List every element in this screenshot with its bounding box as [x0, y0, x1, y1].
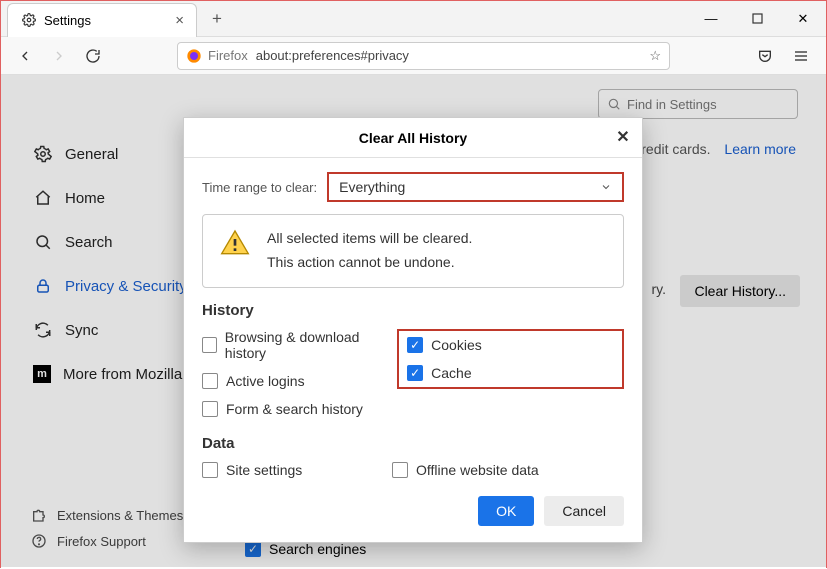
data-section-title: Data [202, 435, 624, 452]
bookmark-star-icon[interactable]: ☆ [649, 48, 661, 64]
history-section-title: History [202, 302, 624, 319]
dialog-title: Clear All History [359, 130, 467, 146]
warning-line2: This action cannot be undone. [267, 251, 472, 275]
url-scheme: Firefox [208, 48, 248, 63]
checkbox-site-settings[interactable]: Site settings [202, 462, 392, 478]
dialog-close-button[interactable]: ✕ [612, 126, 634, 148]
warning-icon [219, 227, 251, 259]
back-button[interactable] [15, 46, 35, 66]
time-range-value: Everything [339, 179, 405, 195]
menu-icon[interactable] [790, 48, 812, 64]
forward-button[interactable] [49, 46, 69, 66]
gear-icon [22, 13, 36, 27]
browser-tab[interactable]: Settings × [7, 3, 197, 37]
dialog-header: Clear All History ✕ [184, 118, 642, 158]
titlebar: Settings × + — ✕ [1, 1, 826, 37]
close-button[interactable]: ✕ [780, 1, 826, 37]
pocket-icon[interactable] [754, 48, 776, 64]
url-bar[interactable]: Firefox about:preferences#privacy ☆ [177, 42, 670, 70]
time-range-select[interactable]: Everything [327, 172, 624, 202]
highlighted-cookies-cache: ✓Cookies ✓Cache [397, 329, 624, 389]
cancel-button[interactable]: Cancel [544, 496, 624, 526]
checkbox-form-search-history[interactable]: Form & search history [202, 401, 389, 417]
warning-box: All selected items will be cleared. This… [202, 214, 624, 288]
new-tab-button[interactable]: + [203, 5, 231, 33]
maximize-button[interactable] [734, 1, 780, 37]
tab-close-icon[interactable]: × [175, 12, 184, 29]
reload-button[interactable] [83, 46, 103, 66]
chevron-down-icon [600, 181, 612, 193]
firefox-icon [186, 48, 202, 64]
url-text: about:preferences#privacy [256, 48, 409, 63]
checkbox-browsing-history[interactable]: Browsing & download history [202, 329, 389, 361]
time-range-label: Time range to clear: [202, 180, 317, 195]
tab-title: Settings [44, 13, 91, 28]
window-controls: — ✕ [688, 1, 826, 37]
minimize-button[interactable]: — [688, 1, 734, 37]
checkbox-cache[interactable]: ✓Cache [407, 365, 614, 381]
warning-line1: All selected items will be cleared. [267, 227, 472, 251]
clear-history-dialog: Clear All History ✕ Time range to clear:… [183, 117, 643, 543]
checkbox-active-logins[interactable]: Active logins [202, 373, 389, 389]
checkbox-cookies[interactable]: ✓Cookies [407, 337, 614, 353]
ok-button[interactable]: OK [478, 496, 534, 526]
toolbar: Firefox about:preferences#privacy ☆ [1, 37, 826, 75]
checkbox-offline-data[interactable]: Offline website data [392, 462, 624, 478]
